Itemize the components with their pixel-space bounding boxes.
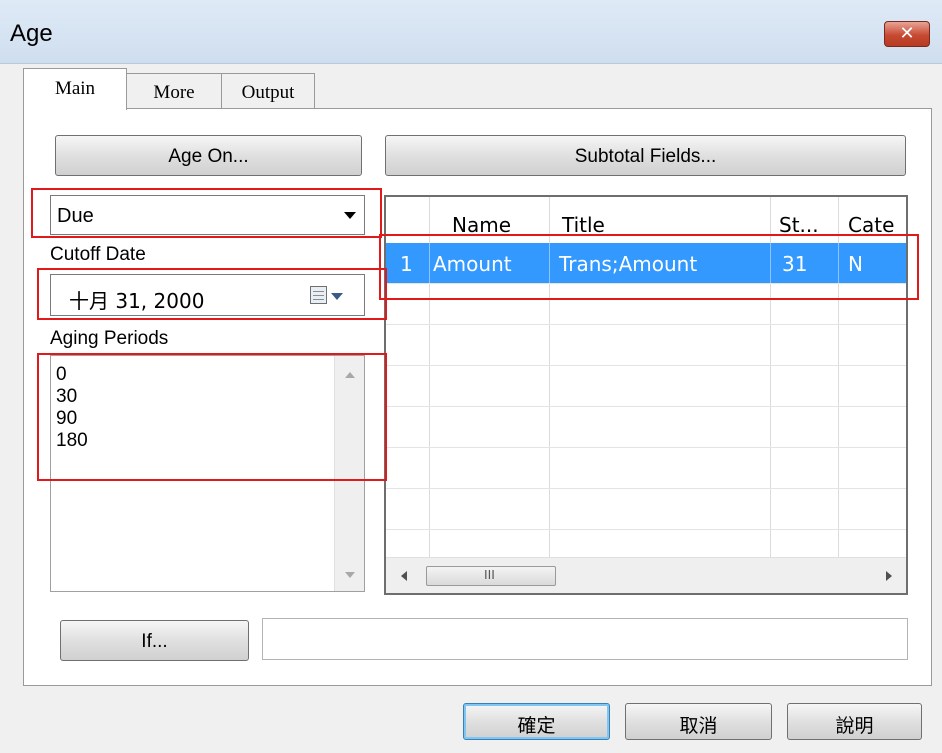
cancel-button-label: 取消	[679, 715, 718, 737]
cancel-button[interactable]: 取消	[625, 703, 772, 740]
tab-more[interactable]: More	[126, 73, 222, 109]
annotation-box-cutoff-date	[37, 268, 387, 320]
if-button[interactable]: If...	[60, 620, 249, 661]
scroll-thumb[interactable]: III	[426, 566, 556, 586]
help-button-label: 說明	[835, 715, 874, 737]
annotation-box-subtotal-row	[379, 234, 919, 300]
annotation-box-age-type	[31, 188, 382, 238]
cutoff-date-label: Cutoff Date	[50, 244, 146, 265]
age-on-button-label: Age On...	[168, 146, 249, 167]
tab-output[interactable]: Output	[221, 73, 315, 109]
scroll-left-icon[interactable]	[401, 571, 407, 581]
help-button[interactable]: 說明	[787, 703, 922, 740]
close-button[interactable]: ✕	[884, 21, 930, 47]
age-dialog: Age ✕ Main More Output Age On... Subtota…	[0, 0, 942, 753]
tab-main-label: Main	[54, 78, 96, 99]
if-button-label: If...	[141, 631, 168, 652]
scroll-down-icon[interactable]	[345, 572, 355, 578]
subtotal-fields-button[interactable]: Subtotal Fields...	[385, 135, 906, 176]
close-icon: ✕	[899, 23, 915, 44]
annotation-box-aging-periods	[37, 353, 387, 481]
ok-button[interactable]: 確定	[463, 703, 610, 740]
age-on-button[interactable]: Age On...	[55, 135, 362, 176]
title-bar: Age ✕	[0, 0, 942, 64]
grid-horizontal-scrollbar[interactable]: III	[386, 557, 906, 593]
tab-more-label: More	[153, 82, 195, 103]
scroll-right-icon[interactable]	[886, 571, 892, 581]
aging-periods-label: Aging Periods	[50, 328, 169, 349]
grip-icon: III	[484, 567, 495, 582]
if-expression-field[interactable]	[262, 618, 908, 660]
subtotal-fields-button-label: Subtotal Fields...	[574, 146, 717, 167]
tab-main[interactable]: Main	[23, 68, 127, 110]
ok-button-label: 確定	[517, 715, 556, 737]
window-title: Age	[10, 20, 53, 47]
tab-output-label: Output	[241, 82, 295, 103]
